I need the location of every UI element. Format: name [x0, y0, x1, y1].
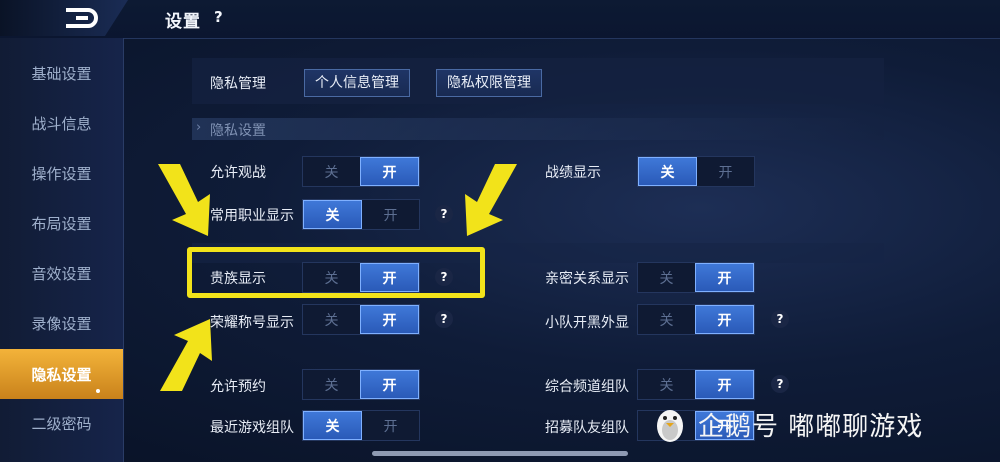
arrow-icon — [160, 319, 212, 391]
toggle-on[interactable]: 开 — [697, 157, 754, 186]
channel-team-label: 综合频道组队 — [545, 379, 629, 395]
recruit-team-label: 招募队友组队 — [545, 420, 629, 436]
toggle-on[interactable]: 开 — [362, 411, 419, 440]
back-icon — [66, 8, 98, 28]
common-role-toggle[interactable]: 关 开 — [302, 199, 420, 230]
help-icon[interactable]: ? — [435, 205, 453, 223]
team-blacklist-label: 小队开黑外显 — [545, 315, 629, 331]
sidebar-item-controls[interactable]: 操作设置 — [0, 149, 123, 197]
record-display-label: 战绩显示 — [545, 165, 601, 181]
personal-info-button[interactable]: 个人信息管理 — [304, 69, 410, 97]
section-label: 隐私设置 — [210, 123, 266, 139]
help-icon[interactable]: ? — [771, 310, 789, 328]
channel-team-toggle[interactable]: 关 开 — [637, 369, 755, 400]
intimacy-display-label: 亲密关系显示 — [545, 271, 629, 287]
honor-title-toggle[interactable]: 关 开 — [302, 304, 420, 335]
arrow-icon — [465, 164, 517, 236]
help-icon[interactable]: ? — [771, 375, 789, 393]
toggle-off[interactable]: 关 — [303, 411, 362, 440]
toggle-off[interactable]: 关 — [638, 305, 695, 334]
penguin-icon — [657, 410, 683, 442]
recent-team-label: 最近游戏组队 — [210, 420, 294, 436]
honor-title-label: 荣耀称号显示 — [210, 315, 294, 331]
chevron-right-icon: › — [196, 120, 202, 135]
toggle-off[interactable]: 关 — [303, 157, 360, 186]
help-icon[interactable]: ? — [214, 8, 223, 26]
sidebar-item-label: 音效设置 — [31, 264, 92, 283]
back-button[interactable] — [0, 0, 128, 36]
toggle-on[interactable]: 开 — [695, 370, 754, 399]
active-dot — [96, 389, 100, 393]
arrow-icon — [158, 164, 210, 236]
highlight-box — [187, 247, 485, 298]
toggle-off[interactable]: 关 — [638, 370, 695, 399]
page-title: 设置 — [165, 12, 201, 32]
toggle-on[interactable]: 开 — [360, 157, 419, 186]
team-blacklist-toggle[interactable]: 关 开 — [637, 304, 755, 335]
sidebar-item-label: 录像设置 — [31, 314, 92, 333]
toggle-off[interactable]: 关 — [303, 200, 362, 229]
common-role-label: 常用职业显示 — [210, 208, 294, 224]
sidebar-item-battle[interactable]: 战斗信息 — [0, 99, 123, 147]
allow-spectate-toggle[interactable]: 关 开 — [302, 156, 420, 187]
toggle-off[interactable]: 关 — [303, 305, 360, 334]
sidebar-item-basic[interactable]: 基础设置 — [0, 49, 123, 97]
scrollbar[interactable] — [372, 451, 628, 456]
privacy-permission-button[interactable]: 隐私权限管理 — [436, 69, 542, 97]
sidebar-item-label: 基础设置 — [31, 64, 92, 83]
recent-team-toggle[interactable]: 关 开 — [302, 410, 420, 441]
watermark: 企鹅号 嘟嘟聊游戏 — [650, 404, 923, 444]
toggle-off[interactable]: 关 — [638, 263, 695, 292]
sidebar-item-privacy[interactable]: 隐私设置 — [0, 349, 123, 399]
help-icon[interactable]: ? — [435, 310, 453, 328]
sidebar: 基础设置 战斗信息 操作设置 布局设置 音效设置 录像设置 隐私设置 二级密码 — [0, 38, 124, 462]
toggle-on[interactable]: 开 — [362, 200, 419, 229]
privacy-management-label: 隐私管理 — [210, 76, 266, 92]
intimacy-display-toggle[interactable]: 关 开 — [637, 262, 755, 293]
privacy-section-header: › 隐私设置 — [192, 118, 884, 140]
toggle-on[interactable]: 开 — [360, 305, 419, 334]
sidebar-item-label: 布局设置 — [31, 214, 92, 233]
top-bar: 设置 ? — [0, 0, 1000, 39]
toggle-on[interactable]: 开 — [360, 370, 419, 399]
sidebar-item-label: 隐私设置 — [31, 365, 92, 384]
sidebar-item-audio[interactable]: 音效设置 — [0, 249, 123, 297]
toggle-on[interactable]: 开 — [695, 263, 754, 292]
toggle-off[interactable]: 关 — [303, 370, 360, 399]
sidebar-item-layout[interactable]: 布局设置 — [0, 199, 123, 247]
sidebar-item-label: 操作设置 — [31, 164, 92, 183]
toggle-off[interactable]: 关 — [638, 157, 697, 186]
allow-reserve-toggle[interactable]: 关 开 — [302, 369, 420, 400]
sidebar-item-password[interactable]: 二级密码 — [0, 399, 123, 447]
record-display-toggle[interactable]: 关 开 — [637, 156, 755, 187]
sidebar-item-replay[interactable]: 录像设置 — [0, 299, 123, 347]
toggle-on[interactable]: 开 — [695, 305, 754, 334]
watermark-text: 企鹅号 嘟嘟聊游戏 — [698, 411, 924, 442]
sidebar-item-label: 二级密码 — [31, 414, 92, 433]
sidebar-item-label: 战斗信息 — [31, 114, 92, 133]
